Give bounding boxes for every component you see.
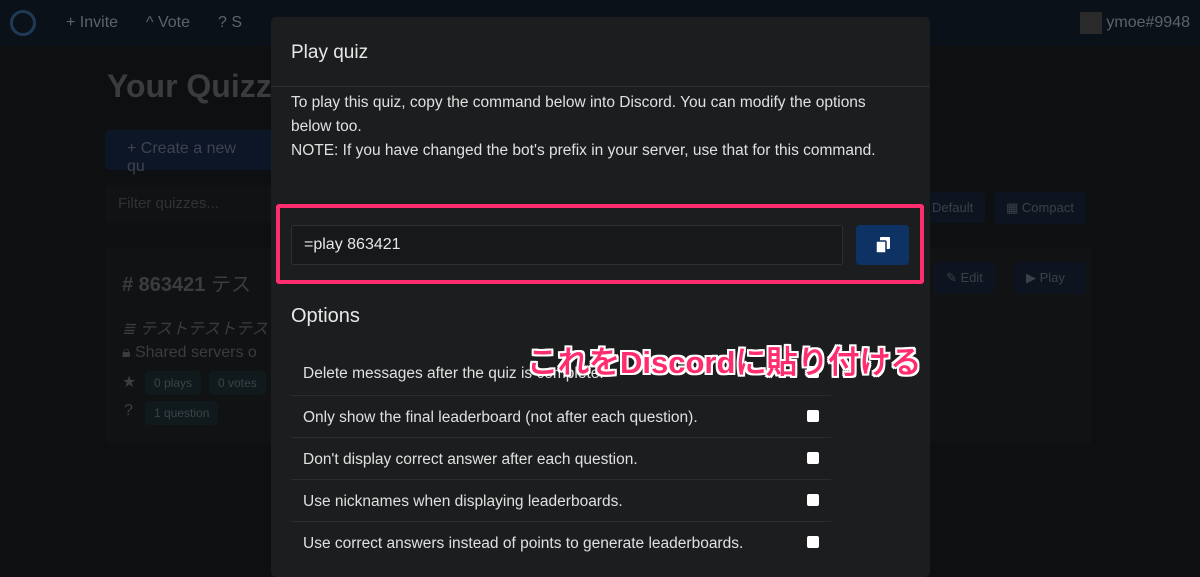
option-row[interactable]: Don't display correct answer after each … xyxy=(291,437,831,479)
divider xyxy=(271,86,930,87)
quiz-title: # 863421 テス xyxy=(122,268,251,297)
copy-icon xyxy=(874,237,890,254)
play-label: Play xyxy=(1039,270,1065,285)
option-label: Use nicknames when displaying leaderboar… xyxy=(303,493,623,510)
description-text: テストテストテス xyxy=(139,321,268,338)
plays-badge: 0 plays xyxy=(145,371,202,395)
command-input[interactable]: =play 863421 xyxy=(291,225,843,265)
user-menu[interactable]: ymoe#9948 xyxy=(1080,12,1190,34)
quiz-sharing: 🔒︎ Shared servers o xyxy=(122,344,257,361)
star-icon: ★ xyxy=(122,374,137,391)
play-button[interactable]: ▶ Play xyxy=(1014,262,1086,294)
logo-icon[interactable] xyxy=(10,10,36,36)
quiz-name: テス xyxy=(210,274,251,296)
option-label: Don't display correct answer after each … xyxy=(303,451,638,468)
questions-badge: 1 question xyxy=(145,401,219,425)
edit-label: Edit xyxy=(960,270,983,285)
question-icon: ? xyxy=(124,402,133,419)
votes-badge: 0 votes xyxy=(209,371,266,395)
option-row[interactable]: Use correct answers instead of points to… xyxy=(291,521,831,563)
nav-support[interactable]: ? S xyxy=(218,14,242,32)
copy-button[interactable] xyxy=(856,225,909,265)
description-line-2: NOTE: If you have changed the bot's pref… xyxy=(291,142,876,159)
option-row[interactable]: Only show the final leaderboard (not aft… xyxy=(291,395,831,437)
nav-vote[interactable]: ^ Vote xyxy=(146,14,190,32)
nav-invite[interactable]: + Invite xyxy=(66,14,118,32)
option-row[interactable]: Use nicknames when displaying leaderboar… xyxy=(291,479,831,521)
username: ymoe#9948 xyxy=(1106,14,1190,31)
quiz-id: # 863421 xyxy=(122,274,206,296)
option-checkbox[interactable] xyxy=(807,494,819,506)
sharing-text: Shared servers o xyxy=(134,344,257,361)
create-quiz-button[interactable]: + Create a new qu xyxy=(105,130,275,175)
grid-icon: ▦ xyxy=(1006,200,1022,215)
view-compact-button[interactable]: ▦ Compact xyxy=(994,192,1086,224)
filter-input[interactable]: Filter quizzes... xyxy=(105,185,275,223)
avatar xyxy=(1080,12,1103,34)
annotation-text: これをDiscordに貼り付ける xyxy=(527,345,922,380)
quiz-description: ≣ テストテストテス xyxy=(122,321,268,338)
option-checkbox[interactable] xyxy=(807,410,819,422)
edit-button[interactable]: ✎ Edit xyxy=(934,262,995,294)
modal-title: Play quiz xyxy=(291,42,369,63)
option-label: Only show the final leaderboard (not aft… xyxy=(303,409,698,426)
option-checkbox[interactable] xyxy=(807,536,819,548)
option-checkbox[interactable] xyxy=(807,452,819,464)
options-heading: Options xyxy=(291,305,360,327)
modal-description: To play this quiz, copy the command belo… xyxy=(291,91,891,163)
compact-label: Compact xyxy=(1021,200,1074,215)
option-label: Use correct answers instead of points to… xyxy=(303,535,744,552)
description-line-1: To play this quiz, copy the command belo… xyxy=(291,94,866,135)
